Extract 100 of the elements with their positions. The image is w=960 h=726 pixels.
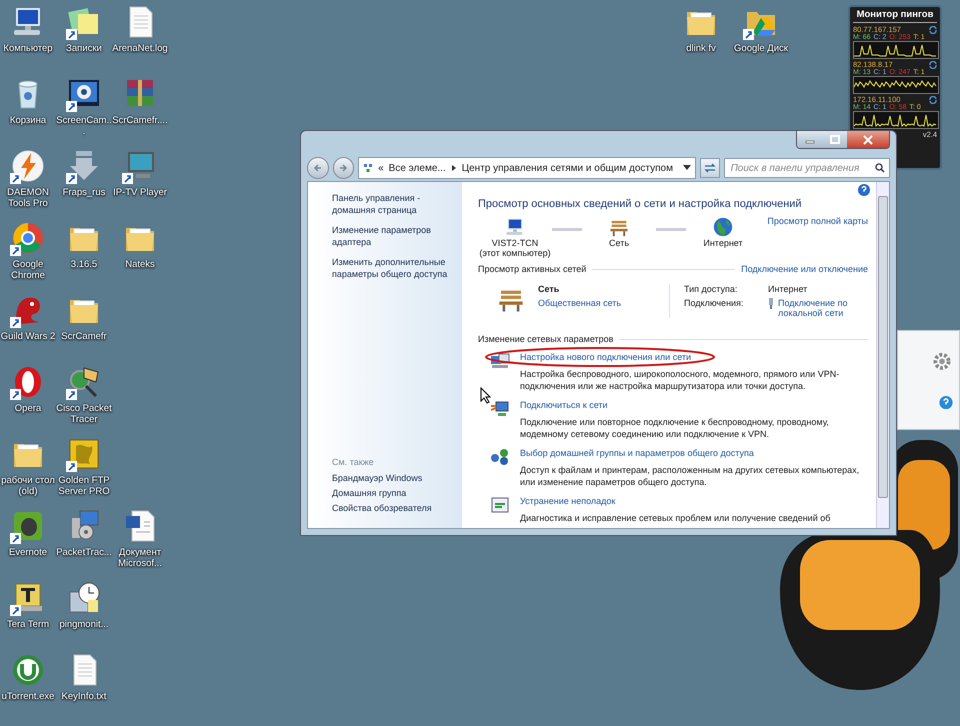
refresh-arrows-icon <box>704 163 716 173</box>
task-description: Подключение или повторное подключение к беспроводному, проводному, модемному сетевому соединению или подключение к VPN. <box>520 416 830 440</box>
task-link[interactable]: Панель управления - домашняя страница <box>332 192 460 216</box>
desktop-icon-label[interactable]: Google Диск <box>734 43 788 54</box>
dropdown-arrow-icon[interactable] <box>682 165 691 171</box>
address-bar[interactable]: « Все элеме... Центр управления сетями и общим доступом <box>358 157 696 179</box>
desktop-icon-label[interactable]: Корзина <box>10 115 46 126</box>
desktop-icon-label[interactable]: uTorrent.exe <box>2 691 54 702</box>
bolt-icon[interactable] <box>10 148 46 184</box>
task-description: Доступ к файлам и принтерам, расположенным на других сетевых компьютерах, или изменение параметров общего доступа. <box>520 464 860 488</box>
troubleshoot-icon <box>490 496 510 514</box>
network-name: Сеть <box>538 284 560 294</box>
network-icon <box>363 163 374 173</box>
desktop-icon-label[interactable]: Компьютер <box>3 43 53 54</box>
task-link[interactable]: Изменение параметров адаптера <box>332 224 460 248</box>
close-icon <box>863 134 873 144</box>
refresh-button[interactable] <box>700 158 720 178</box>
desktop-icon-label[interactable]: Tera Term <box>6 619 50 630</box>
breadcrumb-item[interactable]: Центр управления сетями и общим доступом <box>462 162 673 174</box>
close-button[interactable] <box>847 131 889 148</box>
forward-button[interactable] <box>332 157 354 179</box>
see-also-heading: См. также <box>332 457 375 467</box>
task-title-link[interactable]: Устранение неполадок <box>520 496 616 506</box>
task-link[interactable]: Изменить дополнительные параметры общего доступа <box>332 256 460 280</box>
connect-disconnect-link[interactable]: Подключение или отключение <box>741 264 868 274</box>
desktop-icon-label[interactable]: рабочи стол (old) <box>0 475 56 497</box>
see-also-link[interactable]: Домашняя группа <box>332 488 460 498</box>
search-field[interactable]: Поиск в панели управления <box>724 158 890 178</box>
help-icon[interactable] <box>858 184 870 196</box>
shortcut-arrow-icon <box>66 461 77 472</box>
node-sublabel: (этот компьютер) <box>479 248 551 258</box>
see-also-link[interactable]: Брандмауэр Windows <box>332 473 460 483</box>
task-description: Настройка беспроводного, широкополосного, модемного, прямого или VPN-подключения или же настройка маршрутизатора или точки доступа. <box>520 368 840 392</box>
refresh-icon[interactable] <box>929 26 937 34</box>
homegroup-icon <box>490 448 510 466</box>
desktop-icon-label[interactable]: ScreenCam... <box>56 115 112 137</box>
maximize-icon <box>830 134 840 144</box>
connection-link[interactable]: Подключение по локальной сети <box>778 298 868 318</box>
chevron-icon[interactable] <box>450 165 457 171</box>
shortcut-arrow-icon <box>66 173 77 184</box>
desktop-icon-label[interactable]: Записки <box>66 43 102 54</box>
desktop-icon-label[interactable]: Opera <box>14 403 42 414</box>
desktop-icon-label[interactable]: Google Chrome <box>0 259 56 281</box>
globe-icon <box>712 216 734 238</box>
shortcut-arrow-icon <box>10 605 21 616</box>
desktop-icon-label[interactable]: Nateks <box>125 259 155 270</box>
desktop-icon-label[interactable]: Fraps_rus <box>62 187 106 198</box>
page-heading: Просмотр основных сведений о сети и настройка подключений <box>478 198 803 210</box>
desktop-icon-label[interactable]: dlink fv <box>686 43 716 54</box>
minimize-button[interactable] <box>797 131 822 148</box>
shortcut-arrow-icon <box>10 245 21 256</box>
desktop-icon-label[interactable]: 3.16.5 <box>70 259 98 270</box>
shortcut-arrow-icon <box>66 101 77 112</box>
desktop-icon-label[interactable]: Golden FTP Server PRO <box>56 475 112 497</box>
desktop-icon-label[interactable]: KeyInfo.txt <box>62 691 106 702</box>
section-heading: Просмотр активных сетей <box>478 264 586 274</box>
connections-label: Подключения: <box>684 298 744 310</box>
full-map-link[interactable]: Просмотр полной карты <box>767 216 868 226</box>
desktop-icon-label[interactable]: Документ Microsof... <box>112 547 168 569</box>
section-heading: Изменение сетевых параметров <box>478 334 614 344</box>
desktop-icon-label[interactable]: DAEMON Tools Pro <box>0 187 56 209</box>
desktop-icon-label[interactable]: IP-TV Player <box>113 187 167 198</box>
desktop-icon-label[interactable]: Cisco Packet Tracer <box>56 403 112 425</box>
scrollbar[interactable] <box>876 182 889 528</box>
shortcut-arrow-icon <box>66 29 77 40</box>
desktop-icon-label[interactable]: ArenaNet.log <box>112 43 168 54</box>
access-type-label: Тип доступа: <box>684 284 738 294</box>
desktop-icon-label[interactable]: ScrCamefr <box>61 331 107 342</box>
help-icon[interactable] <box>939 396 953 409</box>
shortcut-arrow-icon <box>66 389 77 400</box>
shortcut-arrow-icon <box>10 533 21 544</box>
node-label: Интернет <box>703 238 743 248</box>
desktop-icon-label[interactable]: ScrCamefr.... <box>112 115 168 126</box>
browser-icon[interactable] <box>10 220 46 256</box>
desktop-icon-label[interactable]: Evernote <box>8 547 48 558</box>
shortcut-arrow-icon <box>10 389 21 400</box>
network-setup-icon <box>490 352 510 370</box>
refresh-icon[interactable] <box>929 96 937 104</box>
network-connect-icon <box>490 400 510 418</box>
search-icon <box>874 163 885 173</box>
desktop-icon-label[interactable]: pingmonit... <box>59 619 109 630</box>
shortcut-arrow-icon <box>743 29 754 40</box>
shortcut-arrow-icon <box>10 173 21 184</box>
task-title-link[interactable]: Выбор домашней группы и параметров общего доступа <box>520 448 754 458</box>
desktop-icon-label[interactable]: PacketTrac... <box>56 547 112 558</box>
back-button[interactable] <box>307 157 329 179</box>
breadcrumb-overflow[interactable]: « <box>378 162 384 174</box>
settings-icon[interactable] <box>931 351 953 372</box>
task-description: Диагностика и исправление сетевых проблем или получение сведений об <box>520 512 830 524</box>
network-category-link[interactable]: Общественная сеть <box>538 298 622 308</box>
desktop-icon-label[interactable]: Guild Wars 2 <box>0 331 56 342</box>
breadcrumb-item[interactable]: Все элеме... <box>388 162 446 174</box>
mouse-cursor-icon <box>480 387 491 404</box>
refresh-icon[interactable] <box>929 60 937 68</box>
see-also-link[interactable]: Свойства обозревателя <box>332 503 460 513</box>
node-label: Сеть <box>608 238 630 248</box>
shortcut-arrow-icon <box>10 317 21 328</box>
access-type-value: Интернет <box>768 284 808 294</box>
task-title-link[interactable]: Подключиться к сети <box>520 400 608 410</box>
node-label: VIST2-TCN <box>492 238 538 248</box>
